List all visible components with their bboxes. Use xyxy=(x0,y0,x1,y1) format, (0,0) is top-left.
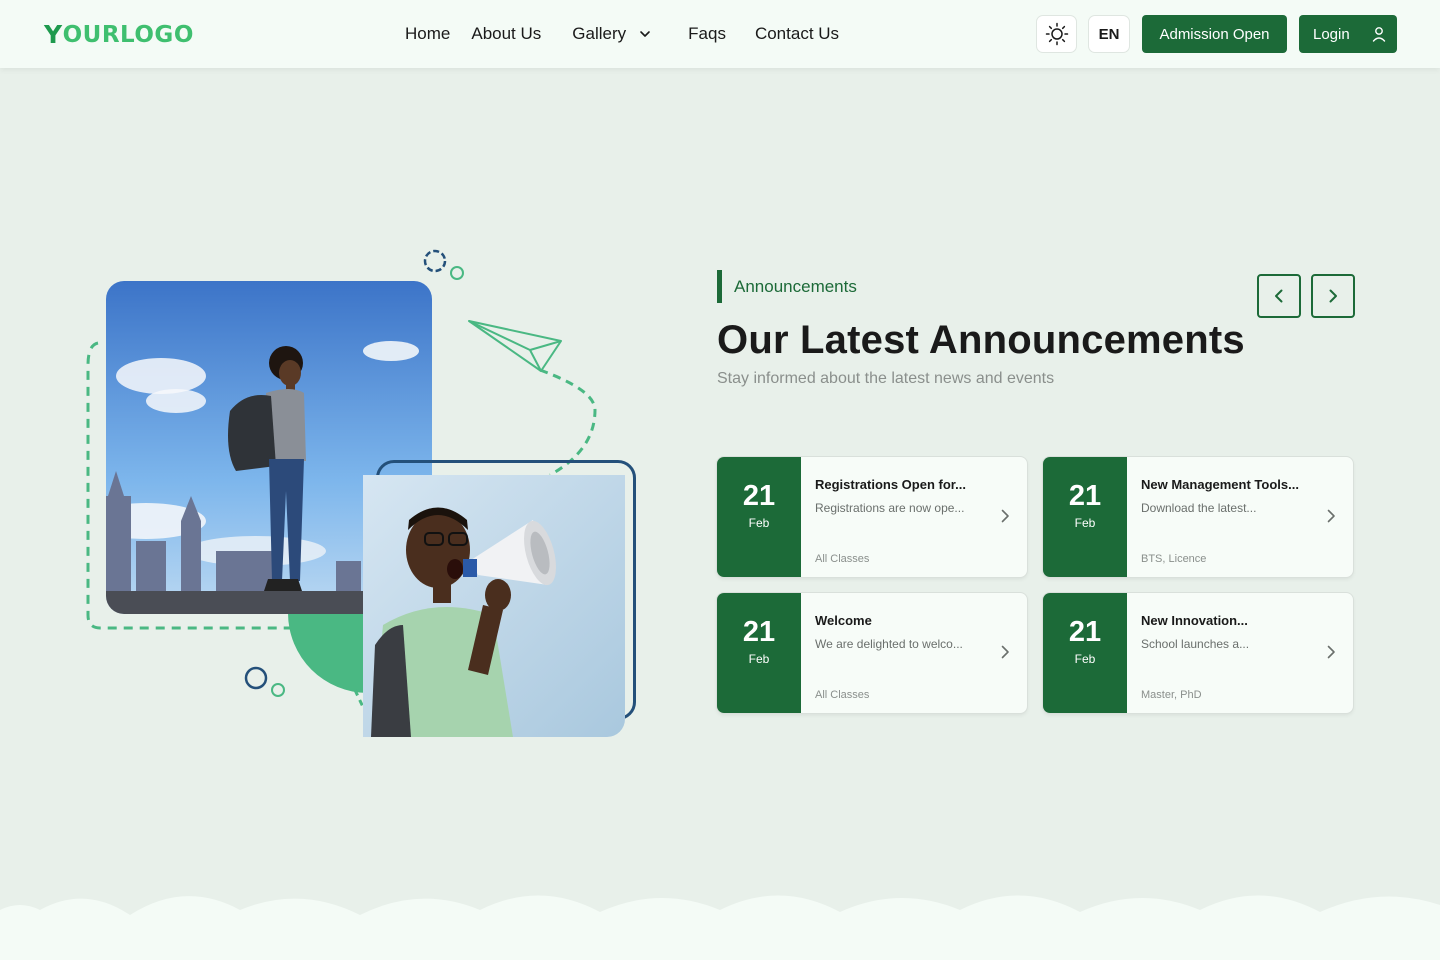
section-subtitle: Stay informed about the latest news and … xyxy=(717,370,1055,387)
site-header: Y OURLOGO Home About Us Gallery Faqs Cont… xyxy=(0,0,1440,68)
chevron-left-icon xyxy=(1275,289,1283,303)
card-description: Registrations are now ope... xyxy=(815,501,965,515)
date-day: 21 xyxy=(742,616,776,648)
nav-gallery[interactable]: Gallery xyxy=(572,24,652,44)
card-description: We are delighted to welco... xyxy=(815,637,963,651)
nav-contact[interactable]: Contact Us xyxy=(755,24,839,44)
chevron-right-icon xyxy=(1001,645,1009,659)
date-month: Feb xyxy=(1074,516,1096,530)
theme-toggle-button[interactable] xyxy=(1036,15,1077,53)
admission-open-button[interactable]: Admission Open xyxy=(1142,15,1287,53)
chevron-down-icon xyxy=(640,31,650,37)
date-month: Feb xyxy=(748,652,770,666)
nav-home[interactable]: Home xyxy=(405,24,450,44)
announcement-card[interactable]: 21 Feb Registrations Open for... Registr… xyxy=(717,457,1027,577)
section-title: Our Latest Announcements xyxy=(717,318,1245,362)
chevron-right-icon xyxy=(1001,509,1009,523)
card-category: All Classes xyxy=(815,689,870,701)
date-badge: 21 Feb xyxy=(1043,593,1127,713)
logo[interactable]: Y OURLOGO xyxy=(44,20,194,49)
date-day: 21 xyxy=(1068,616,1102,648)
announcement-illustration xyxy=(80,245,650,740)
card-category: BTS, Licence xyxy=(1141,553,1207,565)
card-title: Welcome xyxy=(815,613,872,628)
sun-icon xyxy=(1045,22,1068,46)
announcement-card[interactable]: 21 Feb New Innovation... School launches… xyxy=(1043,593,1353,713)
chevron-right-icon xyxy=(1327,509,1335,523)
main-nav: Home About Us Gallery Faqs Contact Us xyxy=(405,0,839,68)
card-title: New Management Tools... xyxy=(1141,477,1299,492)
nav-about[interactable]: About Us xyxy=(471,24,541,44)
language-button[interactable]: EN xyxy=(1088,15,1130,53)
date-day: 21 xyxy=(1068,480,1102,512)
login-label: Login xyxy=(1313,25,1350,43)
user-icon xyxy=(1372,27,1386,42)
nav-gallery-label: Gallery xyxy=(572,24,627,43)
login-button[interactable]: Login xyxy=(1299,15,1397,53)
logo-mark: Y xyxy=(44,20,63,49)
card-title: Registrations Open for... xyxy=(815,477,966,492)
announcement-card[interactable]: 21 Feb New Management Tools... Download … xyxy=(1043,457,1353,577)
announcement-card[interactable]: 21 Feb Welcome We are delighted to welco… xyxy=(717,593,1027,713)
date-badge: 21 Feb xyxy=(1043,457,1127,577)
date-month: Feb xyxy=(748,516,770,530)
date-badge: 21 Feb xyxy=(717,593,801,713)
date-month: Feb xyxy=(1074,652,1096,666)
section-tag: Announcements xyxy=(717,270,857,303)
card-category: Master, PhD xyxy=(1141,689,1202,701)
chevron-right-icon xyxy=(1329,289,1337,303)
card-description: Download the latest... xyxy=(1141,501,1257,515)
cloud-wave-divider xyxy=(0,895,1440,960)
card-title: New Innovation... xyxy=(1141,613,1248,628)
previous-button[interactable] xyxy=(1257,274,1301,318)
card-category: All Classes xyxy=(815,553,870,565)
card-description: School launches a... xyxy=(1141,637,1250,651)
logo-text: OURLOGO xyxy=(62,21,194,48)
nav-faqs[interactable]: Faqs xyxy=(688,24,726,44)
date-badge: 21 Feb xyxy=(717,457,801,577)
next-button[interactable] xyxy=(1311,274,1355,318)
chevron-right-icon xyxy=(1327,645,1335,659)
date-day: 21 xyxy=(742,480,776,512)
megaphone-photo xyxy=(363,475,625,737)
